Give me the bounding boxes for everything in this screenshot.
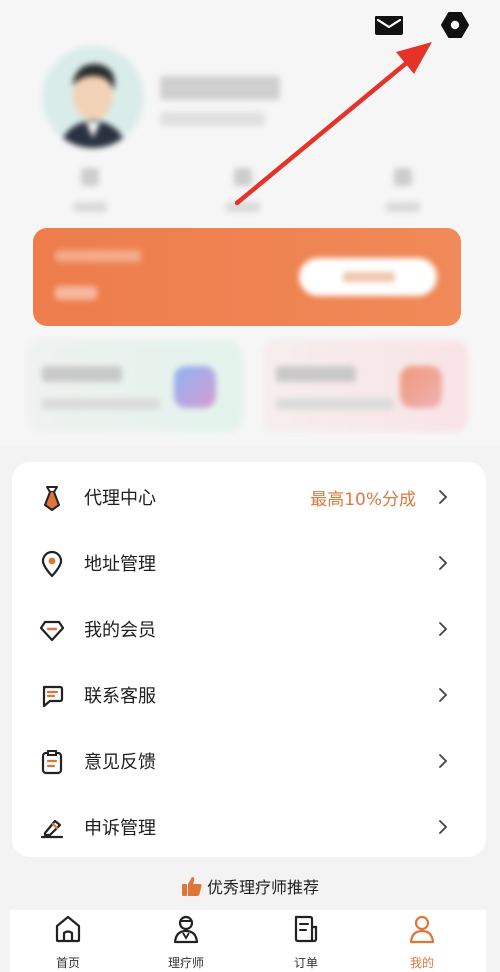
bottom-tab-bar: 首页 理疗师 订单 我的 bbox=[10, 910, 486, 972]
menu-item-label: 地址管理 bbox=[84, 554, 156, 575]
menu-item-agent-center[interactable]: 代理中心 最高10%分成 bbox=[12, 464, 486, 530]
menu-item-label: 申诉管理 bbox=[84, 818, 156, 839]
profile-header bbox=[0, 0, 500, 445]
tab-profile[interactable]: 我的 bbox=[382, 910, 462, 972]
clipboard-icon bbox=[41, 750, 63, 775]
tab-label: 订单 bbox=[293, 956, 318, 970]
commission-text: 最高10%分成 bbox=[310, 489, 416, 510]
chevron-right-icon bbox=[439, 754, 448, 768]
avatar[interactable] bbox=[42, 46, 144, 148]
hexagon-settings-icon[interactable] bbox=[440, 10, 470, 40]
user-id bbox=[160, 112, 265, 126]
edit-icon bbox=[40, 819, 64, 839]
menu-item-membership[interactable]: 我的会员 bbox=[12, 596, 486, 662]
therapist-icon bbox=[173, 915, 199, 944]
feature-card[interactable] bbox=[262, 340, 468, 432]
menu-item-appeal[interactable]: 申诉管理 bbox=[12, 794, 486, 860]
menu-item-label: 联系客服 bbox=[84, 686, 156, 707]
chevron-right-icon bbox=[439, 688, 448, 702]
home-icon bbox=[55, 915, 81, 943]
username bbox=[160, 76, 280, 100]
stat-item[interactable] bbox=[208, 168, 278, 218]
diamond-icon bbox=[40, 620, 64, 642]
stat-item[interactable] bbox=[55, 168, 125, 218]
profile-icon bbox=[409, 915, 435, 944]
menu-item-label: 我的会员 bbox=[84, 620, 156, 641]
chevron-right-icon bbox=[439, 622, 448, 636]
tab-label: 理疗师 bbox=[167, 956, 204, 970]
thumbs-up-icon bbox=[181, 877, 202, 896]
tie-icon bbox=[44, 486, 60, 511]
chevron-right-icon bbox=[439, 820, 448, 834]
banner-button[interactable] bbox=[299, 258, 437, 296]
menu-list: 代理中心 最高10%分成 地址管理 我的会员 联系客服 意见反馈 申诉管理 bbox=[12, 462, 486, 857]
tab-order[interactable]: 订单 bbox=[266, 910, 346, 972]
location-pin-icon bbox=[41, 551, 63, 577]
envelope-icon[interactable] bbox=[374, 10, 404, 40]
menu-item-feedback[interactable]: 意见反馈 bbox=[12, 728, 486, 794]
tab-label: 我的 bbox=[409, 956, 434, 970]
menu-item-address[interactable]: 地址管理 bbox=[12, 530, 486, 596]
recommend-label: 优秀理疗师推荐 bbox=[206, 878, 319, 897]
chat-bubble-icon bbox=[42, 685, 64, 708]
feature-card[interactable] bbox=[28, 340, 242, 432]
menu-item-label: 意见反馈 bbox=[84, 752, 156, 773]
stat-item[interactable] bbox=[368, 168, 438, 218]
tab-therapist[interactable]: 理疗师 bbox=[146, 910, 226, 972]
tab-home[interactable]: 首页 bbox=[28, 910, 108, 972]
order-icon bbox=[294, 915, 318, 943]
menu-item-customer-service[interactable]: 联系客服 bbox=[12, 662, 486, 728]
tab-label: 首页 bbox=[55, 956, 80, 970]
promo-banner[interactable] bbox=[33, 228, 461, 326]
chevron-right-icon bbox=[439, 490, 448, 504]
recommend-section[interactable]: 优秀理疗师推荐 bbox=[0, 866, 500, 906]
chevron-right-icon bbox=[439, 556, 448, 570]
menu-item-label: 代理中心 bbox=[84, 488, 156, 509]
